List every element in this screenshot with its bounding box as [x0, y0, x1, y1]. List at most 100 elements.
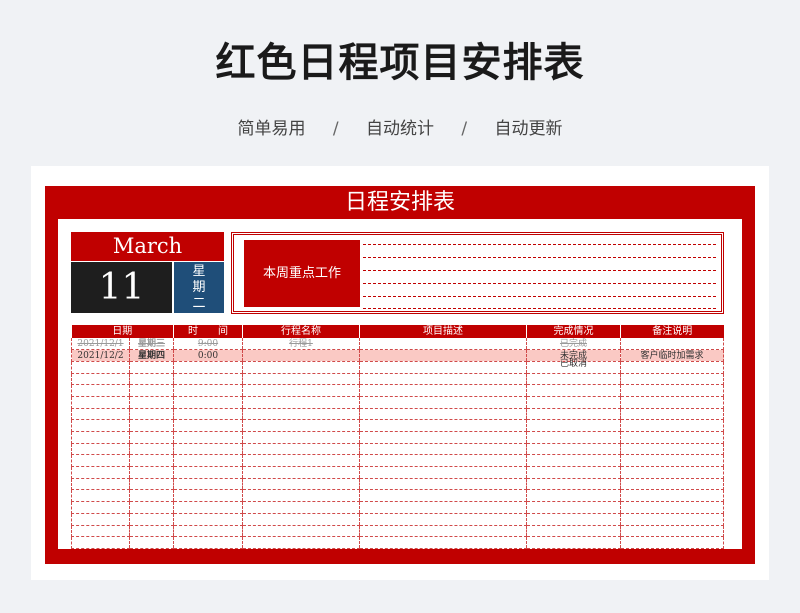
empty-cell[interactable]	[242, 536, 360, 549]
empty-cell[interactable]	[71, 489, 130, 503]
empty-cell[interactable]	[173, 431, 243, 444]
empty-cell[interactable]	[620, 408, 724, 421]
status-cell[interactable]: 未完成 已取消	[526, 349, 621, 369]
focus-entry-line[interactable]	[363, 283, 716, 284]
time-cell[interactable]: 9:00	[173, 338, 243, 351]
empty-cell[interactable]	[620, 431, 724, 444]
empty-cell[interactable]	[129, 466, 174, 479]
empty-cell[interactable]	[173, 361, 243, 374]
empty-cell[interactable]	[71, 384, 130, 397]
empty-cell[interactable]	[359, 513, 527, 526]
empty-cell[interactable]	[526, 396, 621, 409]
empty-cell[interactable]	[129, 454, 174, 468]
time-cell[interactable]: 0:00	[173, 349, 243, 362]
description-cell[interactable]	[359, 349, 527, 362]
day-cell[interactable]: 11	[71, 262, 172, 313]
description-cell[interactable]	[359, 338, 527, 351]
weekday-cell[interactable]: 星 期 二	[174, 262, 224, 313]
weekday-cell[interactable]: 星期三	[129, 338, 174, 351]
empty-cell[interactable]	[173, 396, 243, 409]
empty-cell[interactable]	[359, 501, 527, 514]
empty-cell[interactable]	[242, 431, 360, 444]
month-cell[interactable]: March	[71, 232, 224, 261]
empty-cell[interactable]	[359, 361, 527, 374]
name-cell[interactable]: 行程1	[242, 338, 360, 351]
empty-cell[interactable]	[129, 489, 174, 503]
empty-cell[interactable]	[129, 478, 174, 491]
empty-cell[interactable]	[71, 501, 130, 514]
empty-cell[interactable]	[359, 373, 527, 386]
empty-cell[interactable]	[620, 466, 724, 479]
empty-cell[interactable]	[173, 478, 243, 491]
empty-cell[interactable]	[242, 478, 360, 491]
empty-cell[interactable]	[242, 489, 360, 503]
empty-cell[interactable]	[71, 443, 130, 456]
empty-cell[interactable]	[359, 419, 527, 432]
empty-cell[interactable]	[173, 443, 243, 456]
empty-cell[interactable]	[129, 361, 174, 374]
empty-cell[interactable]	[242, 443, 360, 456]
focus-entry-line[interactable]	[363, 244, 716, 245]
empty-cell[interactable]	[526, 536, 621, 549]
date-cell[interactable]: 2021/12/1	[71, 338, 130, 351]
weekday-cell[interactable]: 星期四	[129, 349, 174, 362]
empty-cell[interactable]	[71, 466, 130, 479]
empty-cell[interactable]	[129, 384, 174, 397]
empty-cell[interactable]	[129, 373, 174, 386]
empty-cell[interactable]	[242, 384, 360, 397]
empty-cell[interactable]	[71, 396, 130, 409]
empty-cell[interactable]	[359, 408, 527, 421]
empty-cell[interactable]	[620, 478, 724, 491]
empty-cell[interactable]	[620, 513, 724, 526]
empty-cell[interactable]	[526, 466, 621, 479]
empty-cell[interactable]	[71, 536, 130, 549]
focus-entry-line[interactable]	[363, 308, 716, 309]
empty-cell[interactable]	[359, 431, 527, 444]
empty-cell[interactable]	[71, 373, 130, 386]
empty-cell[interactable]	[129, 431, 174, 444]
empty-cell[interactable]	[173, 525, 243, 538]
empty-cell[interactable]	[242, 525, 360, 538]
empty-cell[interactable]	[620, 384, 724, 397]
focus-entry-line[interactable]	[363, 296, 716, 297]
empty-cell[interactable]	[359, 443, 527, 456]
focus-entry-line[interactable]	[363, 257, 716, 258]
empty-cell[interactable]	[359, 384, 527, 397]
empty-cell[interactable]	[620, 501, 724, 514]
empty-cell[interactable]	[526, 384, 621, 397]
empty-cell[interactable]	[526, 478, 621, 491]
empty-cell[interactable]	[620, 396, 724, 409]
empty-cell[interactable]	[242, 501, 360, 514]
empty-cell[interactable]	[526, 501, 621, 514]
empty-cell[interactable]	[526, 489, 621, 503]
note-cell[interactable]	[620, 338, 724, 351]
empty-cell[interactable]	[359, 536, 527, 549]
empty-cell[interactable]	[129, 536, 174, 549]
empty-cell[interactable]	[71, 408, 130, 421]
empty-cell[interactable]	[359, 454, 527, 468]
empty-cell[interactable]	[526, 408, 621, 421]
empty-cell[interactable]	[71, 431, 130, 444]
empty-cell[interactable]	[526, 419, 621, 432]
status-cell[interactable]: 已完成	[526, 338, 621, 351]
empty-cell[interactable]	[620, 361, 724, 374]
empty-cell[interactable]	[129, 408, 174, 421]
empty-cell[interactable]	[129, 396, 174, 409]
empty-cell[interactable]	[173, 466, 243, 479]
empty-cell[interactable]	[71, 454, 130, 468]
date-cell[interactable]: 2021/12/2	[71, 349, 130, 362]
empty-cell[interactable]	[129, 513, 174, 526]
empty-cell[interactable]	[526, 443, 621, 456]
empty-cell[interactable]	[71, 419, 130, 432]
empty-cell[interactable]	[526, 431, 621, 444]
empty-cell[interactable]	[359, 466, 527, 479]
empty-cell[interactable]	[526, 373, 621, 386]
status-dropdown-option[interactable]: 已取消	[527, 359, 620, 369]
empty-cell[interactable]	[359, 396, 527, 409]
note-cell[interactable]: 客户临时加需求	[620, 349, 724, 362]
empty-cell[interactable]	[526, 454, 621, 468]
empty-cell[interactable]	[173, 373, 243, 386]
empty-cell[interactable]	[71, 513, 130, 526]
empty-cell[interactable]	[242, 419, 360, 432]
empty-cell[interactable]	[173, 419, 243, 432]
